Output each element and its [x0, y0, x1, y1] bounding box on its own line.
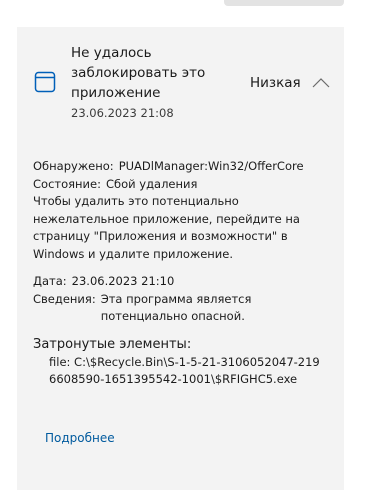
detected-label: Обнаружено: — [33, 159, 114, 173]
info-value: Эта программа является потенциально опас… — [100, 291, 252, 324]
date-value: 23.06.2023 21:10 — [71, 274, 175, 288]
app-window-icon — [34, 71, 56, 93]
info-label: Сведения: — [33, 291, 96, 306]
status-label: Состояние: — [33, 176, 101, 191]
threat-date: 23.06.2023 21:08 — [71, 106, 174, 120]
detected-row: Обнаружено: PUADlManager:Win32/OfferCore — [33, 158, 333, 176]
previous-card-edge — [224, 0, 344, 6]
date-label: Дата: — [33, 274, 67, 288]
status-row: Состояние: Сбой удаления — [33, 176, 333, 194]
severity-level: Низкая — [250, 75, 301, 91]
status-value: Сбой удаления — [105, 176, 198, 191]
affected-items-title: Затронутые элементы: — [33, 336, 192, 352]
date-row: Дата: 23.06.2023 21:10 — [33, 273, 333, 291]
threat-title: Не удалось заблокировать это приложение — [71, 45, 206, 101]
remediation-instructions: Чтобы удалить это потенциально нежелател… — [33, 194, 300, 261]
learn-more-link[interactable]: Подробнее — [45, 429, 115, 447]
chevron-up-icon — [309, 78, 333, 97]
affected-item: file: C:\$Recycle.Bin\S-1-5-21-310605204… — [49, 354, 320, 387]
detected-value: PUADlManager:Win32/OfferCore — [118, 159, 304, 173]
info-row: Сведения: Эта программа является потенци… — [33, 291, 333, 326]
collapse-button[interactable] — [309, 73, 333, 93]
threat-details: Обнаружено: PUADlManager:Win32/OfferCore… — [33, 158, 333, 389]
threat-card: Не удалось заблокировать это приложение … — [17, 27, 344, 490]
